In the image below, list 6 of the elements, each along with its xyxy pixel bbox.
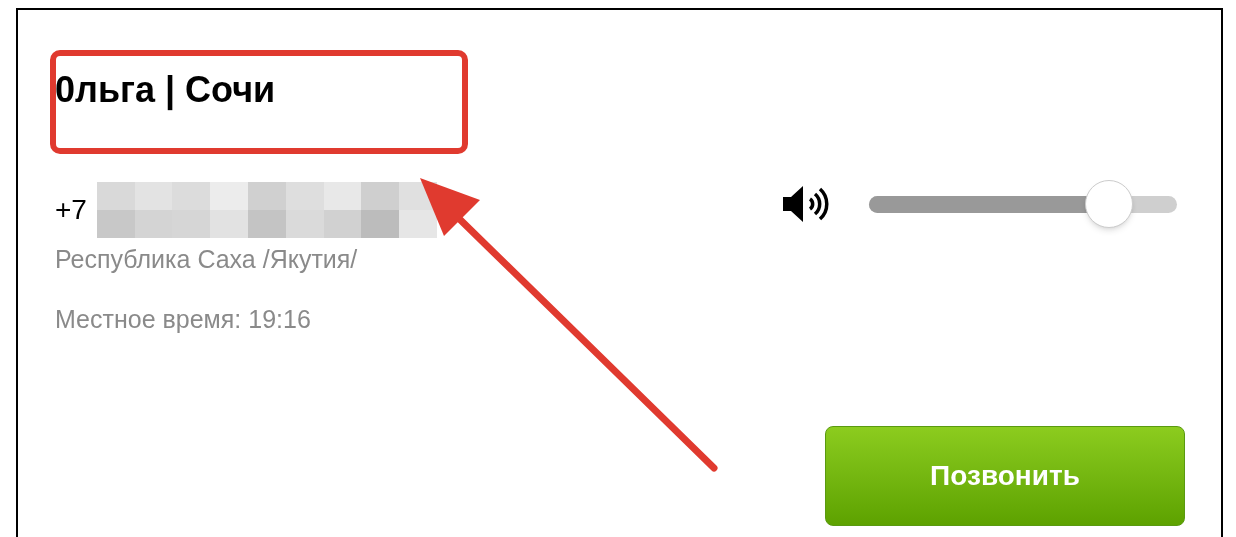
- local-time: Местное время: 19:16: [55, 304, 312, 335]
- phone-prefix: +7: [55, 193, 87, 227]
- volume-slider[interactable]: [869, 180, 1177, 228]
- region-text: Республика Саха /Якутия/: [55, 244, 359, 275]
- contact-name: 0льга | Сочи: [55, 68, 277, 112]
- call-button[interactable]: Позвонить: [825, 426, 1185, 526]
